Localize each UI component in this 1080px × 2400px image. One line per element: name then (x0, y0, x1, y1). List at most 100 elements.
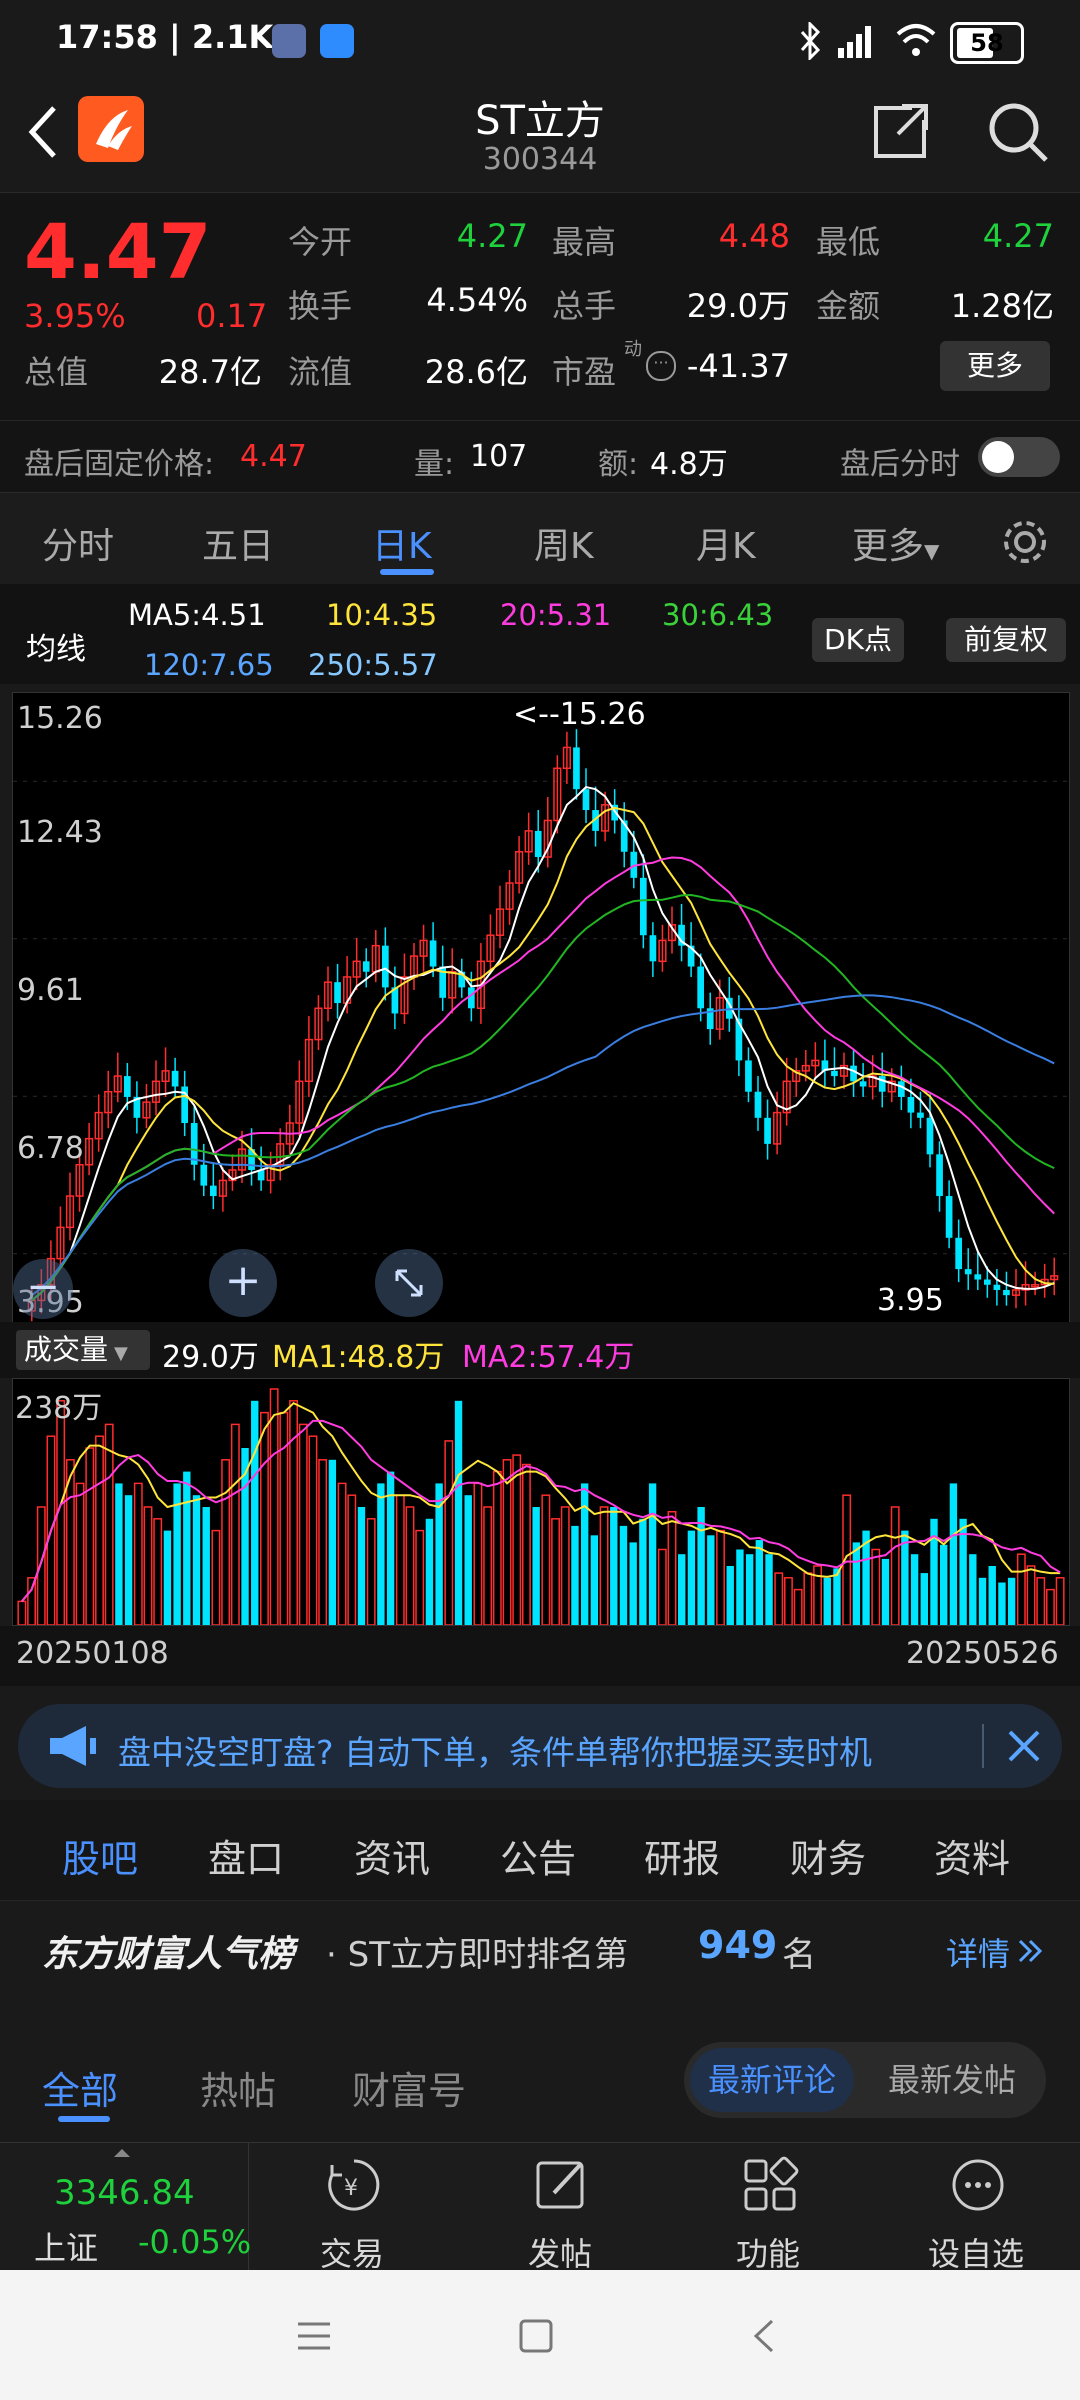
nav-function[interactable]: 功能 (678, 2143, 858, 2273)
tab-financials[interactable]: 财务 (790, 1828, 866, 1883)
grid-icon (744, 2156, 799, 2211)
volume-bar (784, 1577, 793, 1625)
high-value: 4.48 (718, 217, 790, 255)
nav-trade[interactable]: ¥ 交易 (262, 2143, 442, 2273)
volume-bar (1036, 1577, 1046, 1625)
zoom-in-button[interactable]: + (209, 1249, 277, 1317)
tab-all-posts[interactable]: 全部 (42, 2060, 118, 2115)
index-ticker[interactable]: 3346.84 上证 -0.05% (0, 2143, 251, 2271)
tab-daily-k[interactable]: 日K (372, 517, 432, 569)
volume-bar (115, 1483, 123, 1625)
volume-bar (318, 1459, 328, 1625)
volume-bar (337, 1482, 347, 1625)
close-icon[interactable] (1004, 1726, 1044, 1766)
volume-chart[interactable]: 238万 (12, 1378, 1070, 1626)
volume-bar (202, 1507, 210, 1625)
sort-latest-comment[interactable]: 最新评论 (690, 2048, 854, 2112)
home-icon[interactable] (518, 2318, 554, 2354)
popularity-rank[interactable]: 东方财富人气榜 · ST立方即时排名第 949 名 详情 (0, 1900, 1080, 1997)
volume-bar (716, 1529, 725, 1625)
candle-body (859, 1081, 867, 1087)
tab-weekly-k[interactable]: 周K (534, 517, 594, 569)
info-icon[interactable]: ··· (646, 351, 676, 381)
volume-bar (454, 1400, 463, 1625)
volume-bar (940, 1544, 948, 1625)
nav-post[interactable]: 发帖 (470, 2143, 650, 2273)
tab-intraday[interactable]: 分时 (42, 517, 114, 569)
header: ST立方 300344 (0, 84, 1080, 192)
after-hours-toggle[interactable] (978, 437, 1060, 477)
search-icon[interactable] (986, 100, 1050, 164)
battery-icon: 58 (950, 22, 1024, 64)
zoom-out-button[interactable]: − (13, 1259, 73, 1319)
megaphone-icon (50, 1726, 96, 1766)
volume-bar (328, 1459, 337, 1625)
candle-body (582, 789, 590, 811)
volume-bar (269, 1388, 279, 1625)
kline-chart[interactable]: 15.26 12.43 9.61 6.78 3.95 <--15.26 3.95… (12, 692, 1070, 1324)
tab-more[interactable]: 更多▼ (852, 517, 939, 569)
tab-news[interactable]: 资讯 (354, 1828, 430, 1883)
tab-five-day[interactable]: 五日 (202, 517, 274, 569)
tab-wealth-account[interactable]: 财富号 (352, 2060, 466, 2115)
volume-bar (163, 1530, 172, 1625)
ma-title[interactable]: 均线 (26, 624, 86, 668)
nav-watchlist[interactable]: 设自选 (886, 2143, 1066, 2273)
rank-suffix: 名 (782, 1935, 816, 1975)
volume-bar (736, 1549, 744, 1625)
volume-bar (881, 1558, 890, 1625)
volume-svg (17, 1388, 1065, 1625)
volume-bar (522, 1463, 531, 1625)
volume-bar (667, 1510, 677, 1625)
promo-banner[interactable]: 盘中没空盯盘? 自动下单，条件单帮你把握买卖时机 (18, 1704, 1062, 1788)
candle-body (926, 1117, 934, 1155)
nav-watch-label: 设自选 (927, 2235, 1024, 2273)
volume-bar (930, 1518, 938, 1625)
open-label: 今开 (288, 223, 353, 261)
ma5-label: MA5:4.51 (128, 598, 266, 632)
after-hours-vol-label: 量: (414, 447, 455, 482)
volume-bar (1007, 1577, 1016, 1625)
tab-hot-posts[interactable]: 热帖 (200, 2060, 276, 2115)
tab-announcements[interactable]: 公告 (500, 1828, 576, 1883)
fullscreen-icon[interactable] (375, 1249, 443, 1317)
tab-research[interactable]: 研报 (644, 1828, 720, 1883)
volume-bar (629, 1542, 637, 1625)
volume-ma2: MA2:57.4万 (462, 1340, 635, 1375)
status-bar: 17:58 | 2.1K/s 58 (0, 0, 1080, 84)
back-nav-icon[interactable] (748, 2318, 778, 2354)
volume-bar (571, 1525, 579, 1625)
y-tick-4: 6.78 (17, 1131, 84, 1166)
app-notification-icon (320, 24, 354, 58)
caret-down-icon: ▼ (114, 1343, 128, 1364)
more-quote-button[interactable]: 更多 (940, 341, 1050, 391)
volume-bar (755, 1540, 764, 1625)
volume-bar (289, 1400, 298, 1625)
turnover-label: 换手 (288, 287, 353, 325)
low-value: 4.27 (982, 217, 1054, 255)
volume-bar (765, 1554, 773, 1625)
min-price-annotation: 3.95 (877, 1283, 944, 1318)
volume-indicator-select[interactable]: 成交量 ▼ (16, 1330, 150, 1370)
dk-point-button[interactable]: DK点 (812, 618, 904, 662)
pe-superscript: 动 (624, 339, 642, 360)
settings-gear-icon[interactable] (1000, 517, 1050, 567)
volume-bar (211, 1529, 221, 1625)
tab-monthly-k[interactable]: 月K (696, 517, 756, 569)
svg-text:¥: ¥ (344, 2176, 358, 2201)
tab-forum[interactable]: 股吧 (62, 1828, 138, 1883)
tab-profile[interactable]: 资料 (934, 1828, 1010, 1883)
volume-bar (95, 1435, 104, 1625)
volume-bar (251, 1400, 259, 1625)
forward-adjust-button[interactable]: 前复权 (946, 618, 1066, 662)
ma5-line (31, 785, 1055, 1302)
share-icon[interactable] (872, 102, 930, 160)
sort-latest-post[interactable]: 最新发帖 (870, 2048, 1034, 2112)
candle-body (964, 1269, 972, 1275)
menu-icon[interactable] (296, 2320, 332, 2352)
rank-details-link[interactable]: 详情 (946, 1929, 1010, 1975)
volume-bar (541, 1494, 551, 1625)
volume-bar (648, 1483, 657, 1625)
tab-orderbook[interactable]: 盘口 (208, 1828, 284, 1883)
tab-active-indicator (380, 569, 434, 575)
